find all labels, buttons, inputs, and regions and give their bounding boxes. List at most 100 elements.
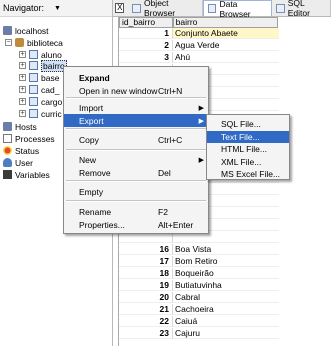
menu-item-label: Empty — [79, 186, 104, 197]
cell-id-bairro[interactable]: 22 — [119, 316, 173, 327]
menu-separator — [66, 180, 206, 182]
cell-bairro[interactable]: Boqueirão — [173, 268, 279, 279]
export-submenu: SQL File... Text File... HTML File... XML F… — [206, 114, 290, 180]
close-icon[interactable]: X — [115, 3, 125, 13]
menu-item-properties[interactable]: Properties... Alt+Enter — [64, 218, 208, 231]
cell-bairro[interactable]: Caiuá — [173, 316, 279, 327]
menu-item-label: Properties... — [79, 219, 125, 230]
cell-bairro[interactable]: Butiatuvinha — [173, 280, 279, 291]
menu-item-remove[interactable]: Remove Del — [64, 166, 208, 179]
grid-header: id_bairro bairro — [119, 17, 278, 28]
cell-id-bairro[interactable]: 23 — [119, 328, 173, 339]
table-row[interactable]: 21 Cachoeira — [119, 304, 279, 315]
tree-node-biblioteca[interactable]: − biblioteca — [5, 37, 63, 48]
tree-node-curric[interactable]: + curric — [19, 108, 62, 119]
cell-bairro[interactable]: Conjunto Abaete — [173, 28, 279, 39]
cell-bairro[interactable]: Cabral — [173, 292, 279, 303]
table-icon — [29, 109, 38, 118]
context-menu: Expand Open in new window Ctrl+N Import ▶ Exp… — [63, 66, 209, 234]
tree-node-user[interactable]: User — [3, 157, 33, 168]
sql-editor-icon — [276, 3, 285, 13]
table-row[interactable]: 16 Boa Vista — [119, 244, 279, 255]
collapse-icon[interactable]: − — [5, 39, 12, 46]
tree-node-bairro[interactable]: + bairro — [19, 59, 67, 72]
table-row[interactable]: 20 Cabral — [119, 292, 279, 303]
database-icon — [15, 38, 24, 47]
table-row[interactable]: 18 Boqueirão — [119, 268, 279, 279]
cell-id-bairro[interactable]: 20 — [119, 292, 173, 303]
tree-label: localhost — [15, 25, 49, 36]
cell-bairro[interactable]: Ahú — [173, 52, 279, 63]
navigator-header[interactable]: Navigator: ▼ — [0, 0, 112, 17]
submenu-arrow-icon: ▶ — [198, 117, 204, 125]
cell-bairro[interactable]: Boa Vista — [173, 244, 279, 255]
tree-node-status[interactable]: Status — [3, 145, 39, 156]
tree-label: base — [41, 72, 60, 83]
cell-id-bairro[interactable]: 19 — [119, 280, 173, 291]
submenu-item-html-file[interactable]: HTML File... — [207, 143, 289, 155]
tab-data-browser[interactable]: Data Browser — [202, 0, 273, 19]
cell-bairro[interactable]: Cachoeira — [173, 304, 279, 315]
menu-item-label: Export — [79, 115, 104, 126]
expand-icon[interactable]: + — [19, 62, 26, 69]
submenu-arrow-icon: ▶ — [198, 104, 204, 112]
data-browser-icon — [207, 4, 217, 13]
cell-bairro[interactable]: Agua Verde — [173, 40, 279, 51]
cell-id-bairro[interactable]: 21 — [119, 304, 173, 315]
column-header-bairro[interactable]: bairro — [172, 17, 278, 28]
table-row[interactable]: 2 Agua Verde — [119, 40, 279, 51]
tree-node-base[interactable]: + base — [19, 72, 59, 83]
cell-id-bairro[interactable]: 1 — [119, 28, 173, 39]
menu-item-open-in-new-window[interactable]: Open in new window Ctrl+N — [64, 84, 208, 97]
tree-label: aluno — [41, 49, 62, 60]
table-row[interactable]: 17 Bom Retiro — [119, 256, 279, 267]
user-icon — [3, 158, 12, 167]
tab-sql-editor[interactable]: SQL Editor — [272, 0, 331, 18]
menu-item-shortcut: F2 — [158, 206, 168, 217]
column-header-id-bairro[interactable]: id_bairro — [119, 17, 173, 28]
cell-id-bairro[interactable]: 16 — [119, 244, 173, 255]
expand-icon[interactable]: + — [19, 74, 26, 81]
menu-item-new[interactable]: New ▶ — [64, 153, 208, 166]
submenu-item-text-file[interactable]: Text File... — [207, 130, 289, 143]
cell-id-bairro[interactable]: 2 — [119, 40, 173, 51]
tree-label: User — [15, 157, 33, 168]
tree-node-variables[interactable]: Variables — [3, 169, 50, 180]
expand-icon[interactable]: + — [19, 110, 26, 117]
table-row[interactable]: 19 Butiatuvinha — [119, 280, 279, 291]
tree-node-hosts[interactable]: Hosts — [3, 121, 37, 132]
table-row[interactable]: 23 Cajuru — [119, 328, 279, 339]
navigator-label: Navigator: — [3, 3, 45, 13]
submenu-item-sql-file[interactable]: SQL File... — [207, 118, 289, 130]
tree-node-cargo[interactable]: + cargo — [19, 96, 62, 107]
submenu-item-xml-file[interactable]: XML File... — [207, 156, 289, 168]
expand-icon[interactable]: + — [19, 86, 26, 93]
tab-object-browser[interactable]: Object Browser — [128, 0, 203, 18]
table-row[interactable]: 22 Caiuá — [119, 316, 279, 327]
cell-bairro[interactable]: Cajuru — [173, 328, 279, 339]
cell-id-bairro[interactable]: 3 — [119, 52, 173, 63]
menu-item-export[interactable]: Export ▶ — [64, 114, 208, 127]
navigator-dropdown-icon[interactable]: ▼ — [54, 5, 61, 12]
table-row[interactable]: 3 Ahú — [119, 52, 279, 63]
cell-bairro[interactable]: Bom Retiro — [173, 256, 279, 267]
expand-icon[interactable]: + — [19, 98, 26, 105]
table-row[interactable]: 1 Conjunto Abaete — [119, 28, 279, 39]
submenu-arrow-icon: ▶ — [198, 156, 204, 164]
tree-node-processes[interactable]: Processes — [3, 133, 55, 144]
menu-item-label: Rename — [79, 206, 112, 217]
expand-icon[interactable]: + — [19, 51, 26, 58]
cell-id-bairro[interactable]: 18 — [119, 268, 173, 279]
tree-label: Hosts — [15, 121, 37, 132]
menu-item-import[interactable]: Import ▶ — [64, 101, 208, 114]
cell-id-bairro[interactable]: 17 — [119, 256, 173, 267]
menu-item-rename[interactable]: Rename F2 — [64, 205, 208, 218]
submenu-item-ms-excel-file[interactable]: MS Excel File... — [207, 168, 289, 180]
tree-node-aluno[interactable]: + aluno — [19, 49, 62, 60]
menu-item-copy[interactable]: Copy Ctrl+C — [64, 133, 208, 146]
tree-node-cad[interactable]: + cad_ — [19, 84, 59, 95]
tree-node-localhost[interactable]: localhost — [3, 25, 49, 36]
menu-item-expand[interactable]: Expand — [64, 71, 208, 84]
menu-item-empty[interactable]: Empty — [64, 185, 208, 198]
table-icon — [29, 61, 38, 70]
